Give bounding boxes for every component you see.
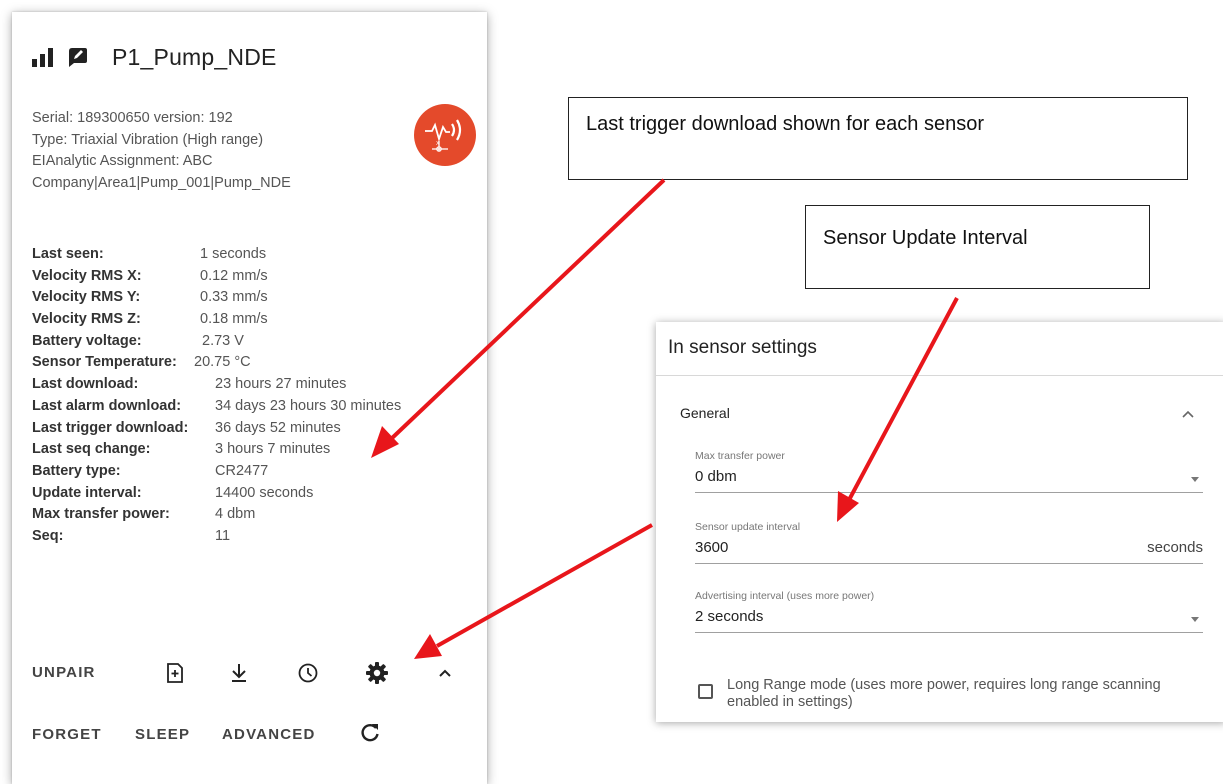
field-value: 3600 <box>695 539 729 556</box>
stat-label: Update interval: <box>32 484 142 501</box>
sensor-card: P1_Pump_NDE Serial: 189300650 version: 1… <box>12 12 487 784</box>
stat-value: 11 <box>215 527 231 544</box>
stat-value: 0.33 mm/s <box>200 289 268 306</box>
info-assignment: EIAnalytic Assignment: ABC <box>32 153 213 169</box>
stat-value: 36 days 52 minutes <box>215 419 341 436</box>
field-value: 2 seconds <box>695 608 764 625</box>
field-label: Advertising interval (uses more power) <box>695 590 875 602</box>
sensor-update-interval-input[interactable]: Sensor update interval 3600 seconds <box>695 521 1203 564</box>
chevron-up-icon[interactable] <box>1181 406 1195 424</box>
add-file-icon[interactable] <box>162 660 188 686</box>
long-range-label: Long Range mode (uses more power, requir… <box>727 677 1161 710</box>
download-icon[interactable] <box>226 660 252 686</box>
forget-button[interactable]: FORGET <box>32 726 102 743</box>
stat-label: Last trigger download: <box>32 419 189 436</box>
stat-label: Battery type: <box>32 462 121 479</box>
settings-title: In sensor settings <box>668 337 817 358</box>
refresh-icon[interactable] <box>357 720 383 746</box>
svg-text:X: X <box>436 141 440 147</box>
gear-icon[interactable] <box>364 660 390 686</box>
callout-text: Sensor Update Interval <box>823 227 1028 249</box>
stat-value: 34 days 23 hours 30 minutes <box>215 397 402 414</box>
dropdown-arrow-icon <box>1191 477 1199 482</box>
stat-value: 0.12 mm/s <box>200 267 268 284</box>
stat-value: 1 seconds <box>200 246 267 262</box>
stat-label: Velocity RMS Y: <box>32 289 141 306</box>
settings-divider <box>656 375 1223 376</box>
stat-label: Velocity RMS X: <box>32 267 142 284</box>
stat-value: 4 dbm <box>215 506 256 523</box>
field-label: Max transfer power <box>695 450 785 462</box>
unpair-button[interactable]: UNPAIR <box>32 664 96 681</box>
info-serial: Serial: 189300650 version: 192 <box>32 110 233 126</box>
field-underline <box>695 632 1203 633</box>
card-header: P1_Pump_NDE <box>32 42 277 72</box>
stat-value: CR2477 <box>215 462 269 479</box>
callout-last-trigger: Last trigger download shown for each sen… <box>568 97 1188 180</box>
stat-label: Last download: <box>32 376 139 393</box>
sleep-button[interactable]: SLEEP <box>135 726 190 743</box>
sensor-info: Serial: 189300650 version: 192 Type: Tri… <box>32 108 291 194</box>
edit-note-icon[interactable] <box>66 46 88 68</box>
stat-label: Velocity RMS Z: <box>32 311 141 328</box>
sensor-title: P1_Pump_NDE <box>112 43 277 70</box>
field-label: Sensor update interval <box>695 521 801 533</box>
section-general-header[interactable]: General <box>680 405 730 421</box>
long-range-checkbox[interactable] <box>698 684 713 699</box>
stat-value: 20.75 °C <box>194 354 251 371</box>
max-transfer-power-select[interactable]: Max transfer power 0 dbm <box>695 450 1203 493</box>
field-underline <box>695 563 1203 564</box>
stat-label: Sensor Temperature: <box>32 354 177 371</box>
stat-label: Last seen: <box>32 246 104 262</box>
vibration-sensor-icon: X <box>414 104 476 166</box>
stat-value: 2.73 V <box>202 332 244 349</box>
stat-value: 23 hours 27 minutes <box>215 376 347 393</box>
signal-bars-icon <box>32 47 54 67</box>
in-sensor-settings-panel: In sensor settings General Max transfer … <box>656 322 1223 722</box>
field-underline <box>695 492 1203 493</box>
stat-label: Last alarm download: <box>32 397 182 414</box>
info-type: Type: Triaxial Vibration (High range) <box>32 131 264 148</box>
callout-text: Last trigger download shown for each sen… <box>586 113 985 135</box>
stat-label: Battery voltage: <box>32 332 142 349</box>
stat-label: Last seq change: <box>32 441 151 458</box>
chevron-up-icon[interactable] <box>432 660 458 686</box>
advertising-interval-select[interactable]: Advertising interval (uses more power) 2… <box>695 590 1203 633</box>
advanced-button[interactable]: ADVANCED <box>222 726 316 743</box>
stat-value: 14400 seconds <box>215 484 314 501</box>
history-clock-icon[interactable] <box>295 660 321 686</box>
stat-label: Max transfer power: <box>32 506 170 523</box>
stat-label: Seq: <box>32 527 64 544</box>
callout-update-interval: Sensor Update Interval <box>805 205 1150 289</box>
stat-value: 0.18 mm/s <box>200 311 268 328</box>
field-suffix: seconds <box>1147 539 1203 556</box>
info-assignment-path: Company|Area1|Pump_001|Pump_NDE <box>32 174 291 191</box>
dropdown-arrow-icon <box>1191 617 1199 622</box>
stat-value: 3 hours 7 minutes <box>215 441 331 458</box>
card-actions-primary: UNPAIR <box>32 654 472 694</box>
card-actions-secondary: FORGET SLEEP ADVANCED <box>32 723 472 774</box>
field-value: 0 dbm <box>695 468 737 485</box>
